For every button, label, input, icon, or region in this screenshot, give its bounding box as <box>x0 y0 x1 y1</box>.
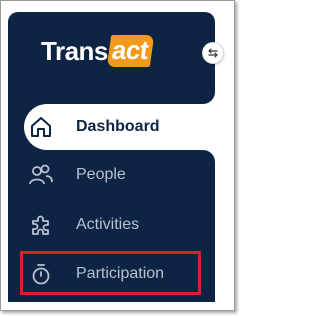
collapse-arrows-icon <box>208 48 218 58</box>
sidebar-item-label: Dashboard <box>76 118 160 135</box>
logo-text-main: Trans <box>41 35 108 66</box>
logo-text-accent: act <box>106 35 155 67</box>
sidebar-item-people[interactable]: People <box>24 152 215 198</box>
people-icon <box>28 162 54 188</box>
home-icon <box>28 114 54 140</box>
sidebar-collapse-button[interactable] <box>202 42 224 64</box>
sidebar-item-activities[interactable]: Activities <box>24 202 215 248</box>
participation-highlight-box <box>20 251 201 295</box>
active-tab-curve-top <box>203 92 215 104</box>
puzzle-icon <box>28 212 54 238</box>
app-logo[interactable]: Trans act <box>41 33 155 69</box>
sidebar-item-label: People <box>76 166 126 183</box>
sidebar-item-label: Activities <box>76 216 140 233</box>
sidebar-item-dashboard[interactable]: Dashboard <box>24 104 215 150</box>
